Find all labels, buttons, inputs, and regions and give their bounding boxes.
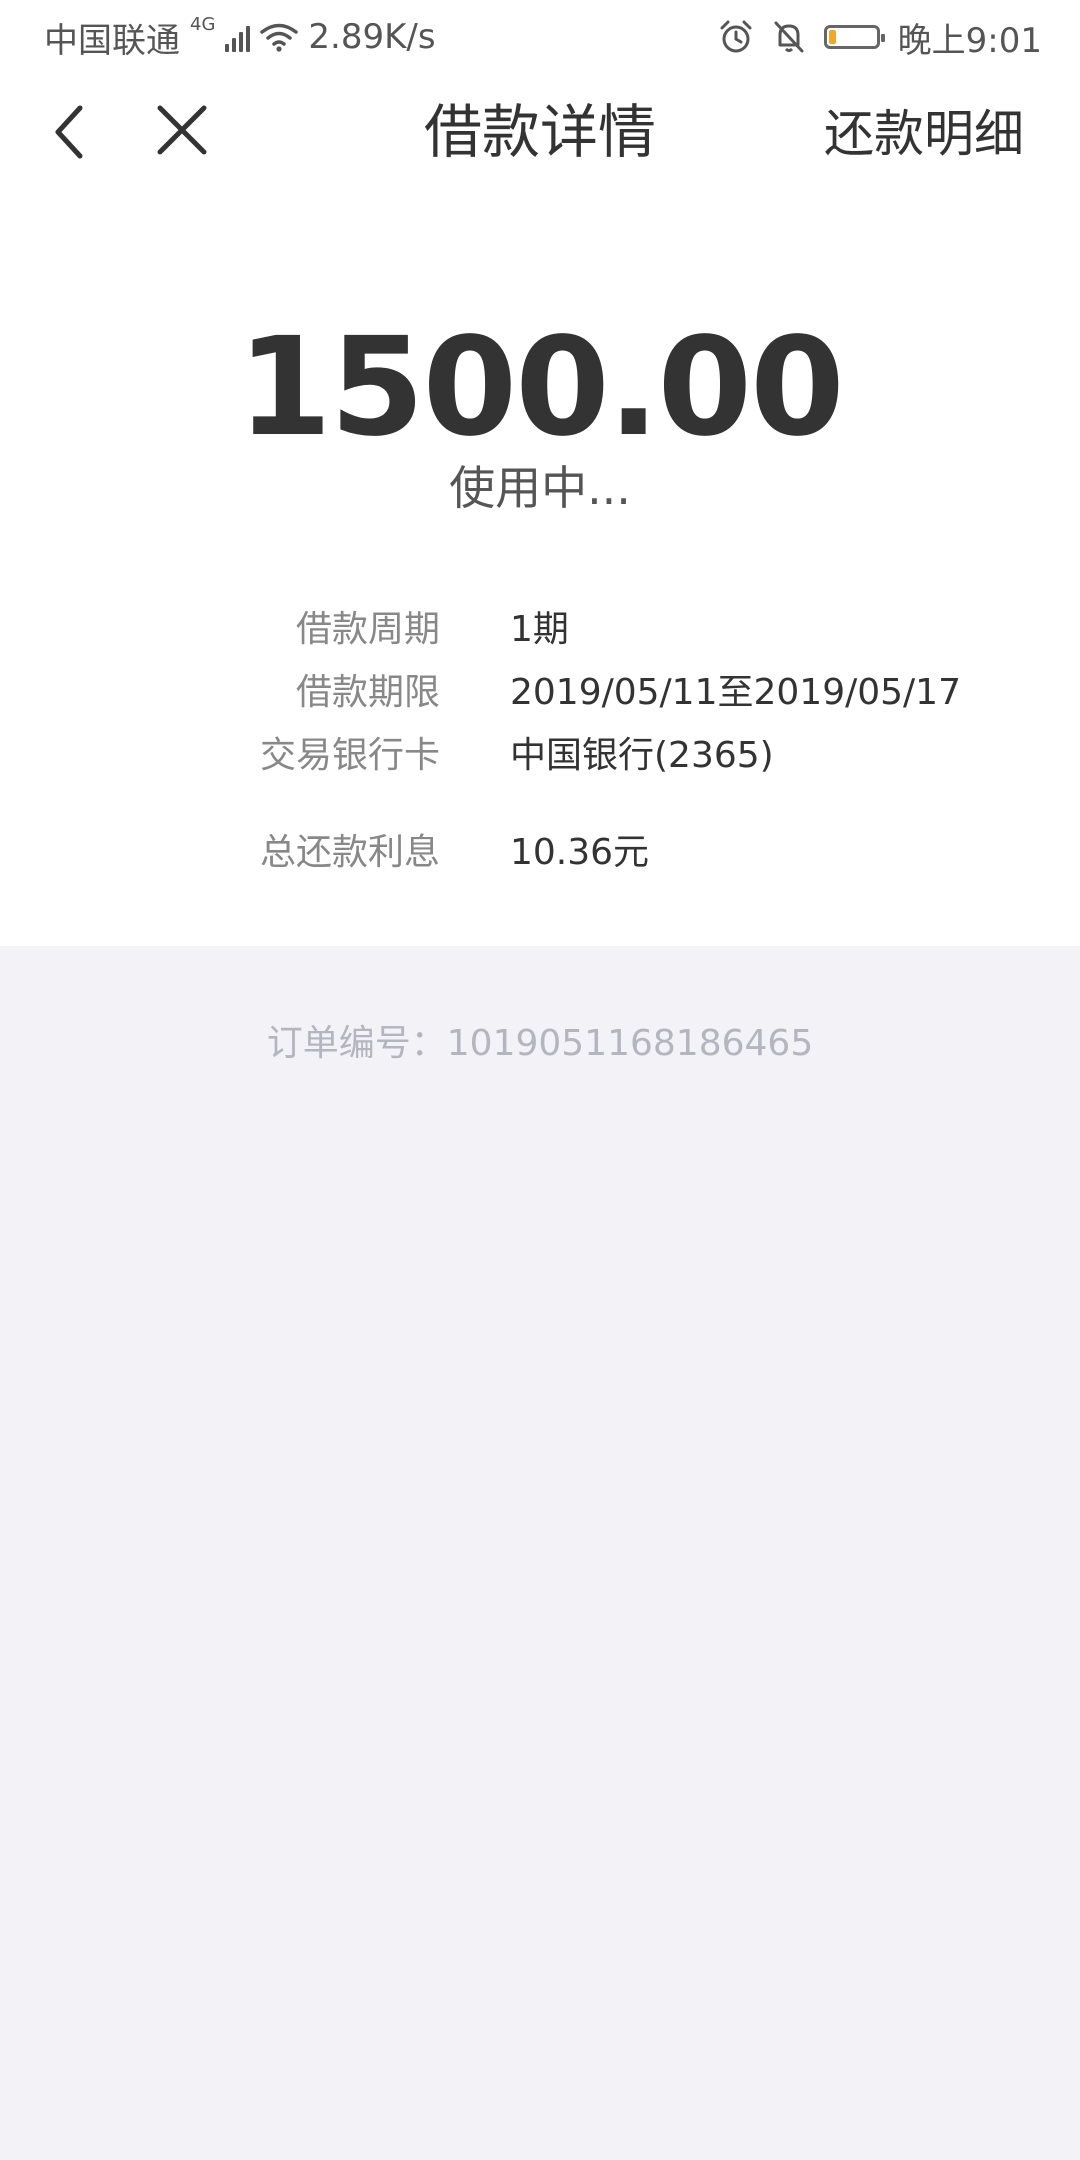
close-button[interactable]	[152, 100, 212, 160]
info-row-total-interest: 总还款利息 10.36元	[0, 825, 1080, 881]
info-label: 交易银行卡	[259, 735, 440, 776]
close-icon	[157, 105, 207, 155]
battery-level-fill	[828, 30, 836, 44]
page-title: 借款详情	[423, 98, 656, 166]
network-type-label: 4G	[190, 14, 216, 35]
info-row-loan-period: 借款周期 1期	[0, 602, 1080, 658]
status-right: 晚上9:01	[718, 14, 1042, 61]
status-bar: 中国联通 4G 2.89K/s 晚上9:01	[0, 0, 1080, 74]
navigation-bar: 借款详情 还款明细	[0, 74, 1080, 208]
status-left: 中国联通 4G 2.89K/s	[44, 14, 436, 61]
loan-status: 使用中...	[449, 461, 631, 515]
info-value: 中国银行(2365)	[510, 735, 774, 776]
network-speed: 2.89K/s	[308, 17, 436, 57]
signal-icon	[225, 22, 251, 52]
info-value: 1期	[510, 609, 569, 650]
info-row-loan-term: 借款期限 2019/05/11至2019/05/17	[0, 665, 1080, 721]
battery-icon	[823, 25, 885, 49]
carrier-name: 中国联通	[44, 20, 180, 61]
info-label: 总还款利息	[259, 832, 440, 873]
chevron-left-icon	[55, 105, 83, 159]
back-button[interactable]	[44, 102, 104, 162]
alarm-icon	[720, 20, 752, 53]
repayment-details-link[interactable]: 还款明细	[824, 104, 1024, 164]
info-row-bank-card: 交易银行卡 中国银行(2365)	[0, 728, 1080, 784]
order-number: 订单编号：1019051168186465	[0, 1014, 1080, 1074]
info-value: 10.36元	[510, 832, 650, 873]
order-number-value: 1019051168186465	[446, 1023, 814, 1064]
loan-amount: 1500.00	[237, 309, 844, 467]
info-label: 借款期限	[295, 672, 440, 713]
status-time: 晚上9:01	[897, 20, 1042, 61]
loan-detail-card: 1500.00 使用中... 借款周期 1期 借款期限 2019/05/11至2…	[0, 208, 1080, 946]
info-value: 2019/05/11至2019/05/17	[510, 672, 961, 713]
info-label: 借款周期	[295, 609, 440, 650]
order-number-label: 订单编号：	[266, 1023, 447, 1064]
wifi-icon	[260, 23, 299, 52]
bell-muted-icon	[774, 21, 804, 53]
